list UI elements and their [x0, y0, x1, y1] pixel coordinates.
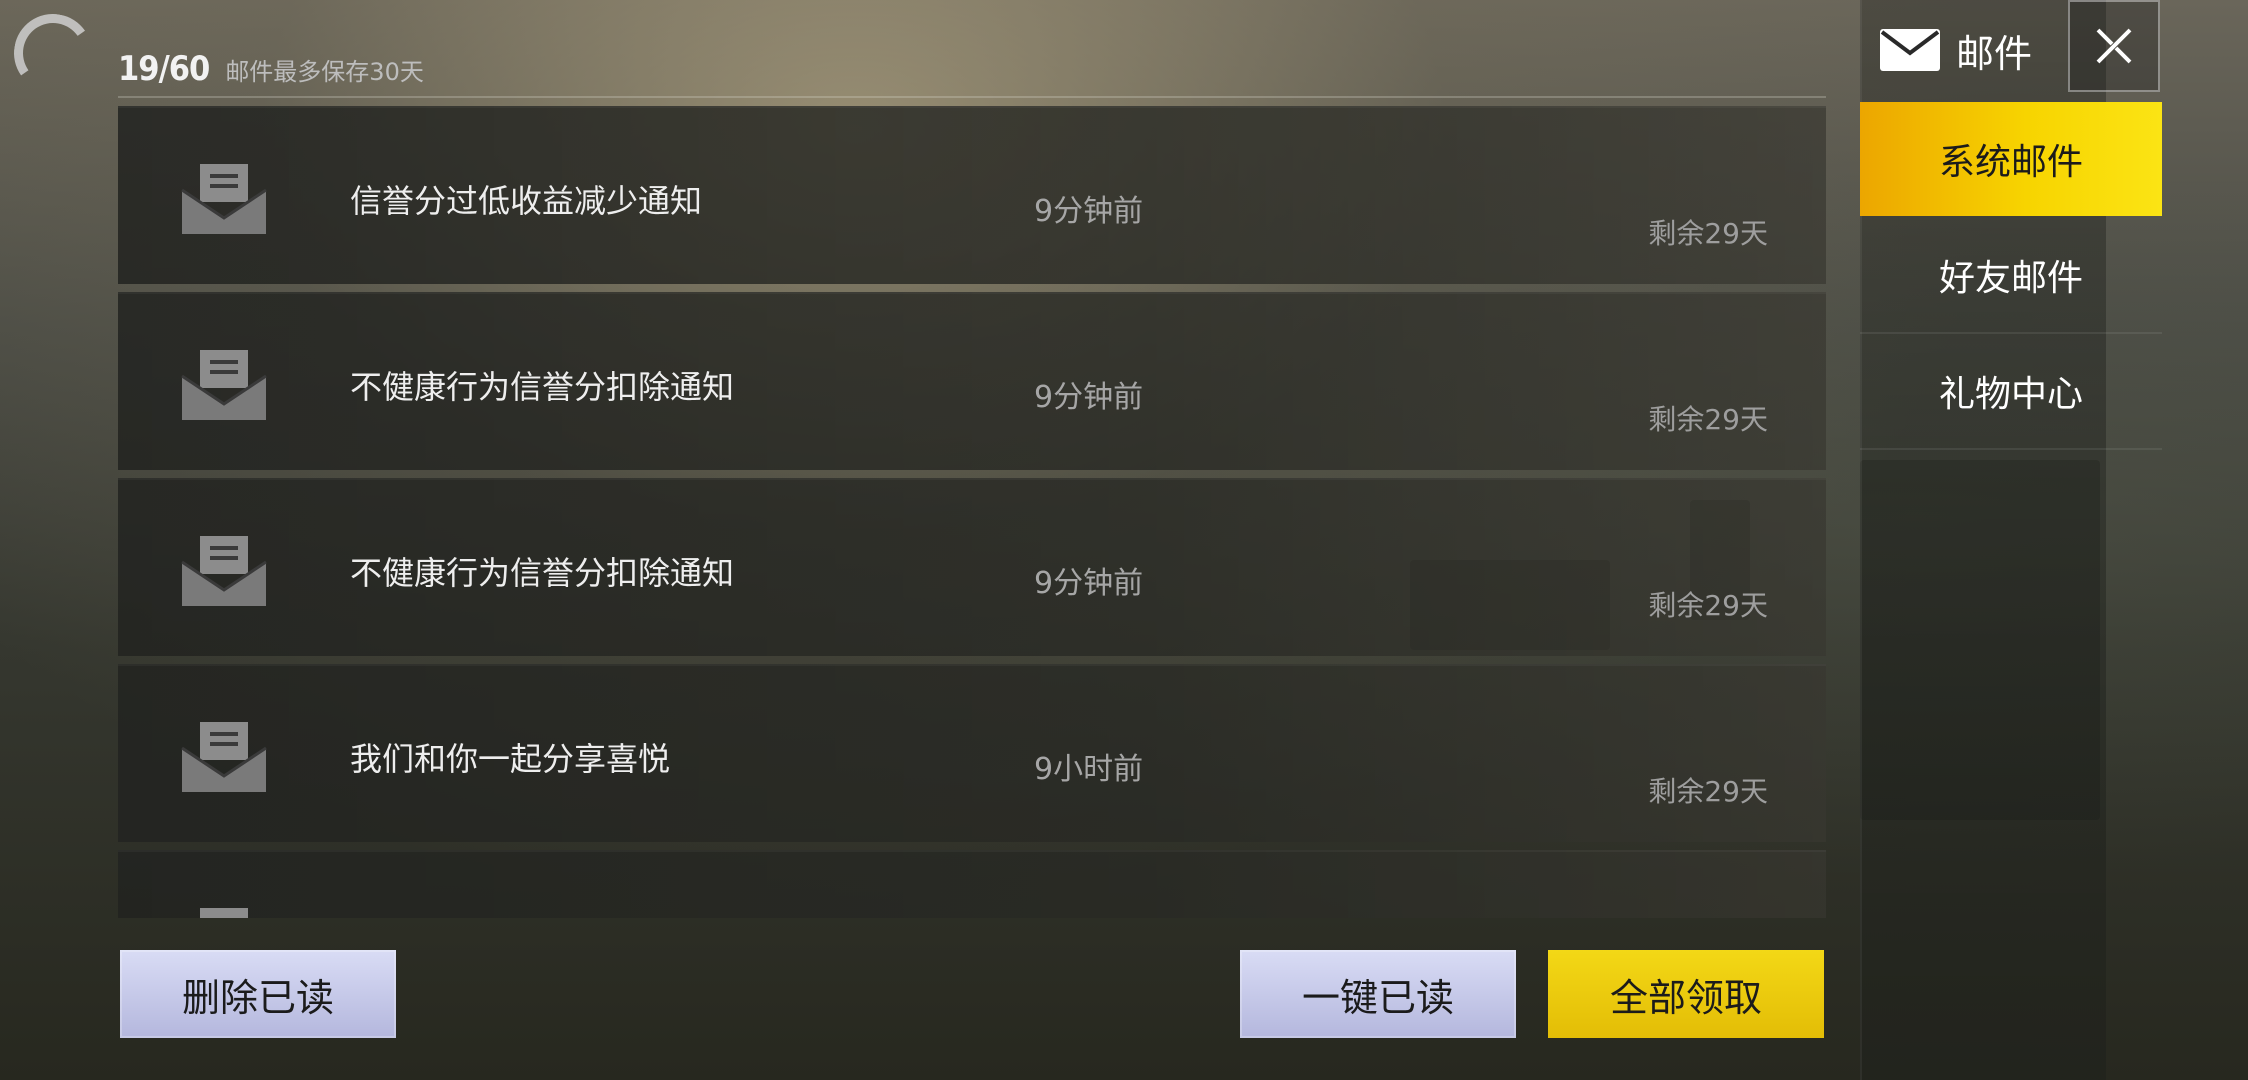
mail-time: 9分钟前	[1034, 566, 1144, 601]
mail-screen: 19/60 邮件最多保存30天 信誉分过低收益减少通知 9分钟前 剩余29天 不…	[0, 0, 2248, 1080]
mail-time: 9分钟前	[1034, 194, 1144, 229]
open-envelope-icon	[181, 722, 267, 792]
mail-title: 信誉分过低收益减少通知	[350, 182, 703, 220]
mail-item[interactable]: 不健康行为信誉分扣除通知 9分钟前 剩余29天	[118, 478, 1826, 656]
mail-remaining-days: 剩余29天	[1648, 775, 1768, 808]
mail-time: 9小时前	[1034, 752, 1144, 787]
tab-system-mail[interactable]: 系统邮件	[1860, 102, 2162, 216]
panel-title-label: 邮件	[1956, 31, 2033, 76]
close-button[interactable]	[2068, 0, 2160, 92]
open-envelope-icon	[181, 536, 267, 606]
delete-read-button[interactable]: 删除已读	[120, 950, 396, 1038]
mail-title: 我们和你一起分享喜悦	[350, 740, 671, 778]
mail-item[interactable]: 不健康行为信誉分扣除通知 9分钟前 剩余29天	[118, 292, 1826, 470]
mail-item[interactable]: 我们和你一起分享喜悦 9小时前 剩余29天	[118, 664, 1826, 842]
mail-item[interactable]: 信誉分过低收益减少通知 9分钟前 剩余29天	[118, 106, 1826, 284]
close-icon	[2096, 28, 2132, 64]
tab-friend-mail[interactable]: 好友邮件	[1860, 218, 2162, 334]
mail-count: 19/60	[118, 49, 210, 89]
mail-remaining-days: 剩余29天	[1648, 589, 1768, 622]
mail-remaining-days: 剩余29天	[1648, 217, 1768, 250]
mail-time: 9分钟前	[1034, 380, 1144, 415]
mail-title: 不健康行为信誉分扣除通知	[350, 368, 735, 406]
claim-all-button[interactable]: 全部领取	[1548, 950, 1824, 1038]
envelope-icon	[1880, 29, 1940, 71]
open-envelope-icon	[200, 908, 248, 918]
mail-list-header: 19/60 邮件最多保存30天	[118, 42, 1826, 98]
mail-item-partial[interactable]	[118, 850, 1826, 918]
tab-gift-center[interactable]: 礼物中心	[1860, 334, 2162, 450]
mail-list[interactable]: 信誉分过低收益减少通知 9分钟前 剩余29天 不健康行为信誉分扣除通知 9分钟前…	[118, 106, 1826, 918]
mail-retention-note: 邮件最多保存30天	[225, 57, 424, 86]
open-envelope-icon	[181, 350, 267, 420]
open-envelope-icon	[181, 164, 267, 234]
mail-title: 不健康行为信誉分扣除通知	[350, 554, 735, 592]
mark-all-read-button[interactable]: 一键已读	[1240, 950, 1516, 1038]
mail-remaining-days: 剩余29天	[1648, 403, 1768, 436]
panel-title: 邮件	[1880, 20, 2032, 80]
back-arc-icon[interactable]	[7, 7, 99, 99]
